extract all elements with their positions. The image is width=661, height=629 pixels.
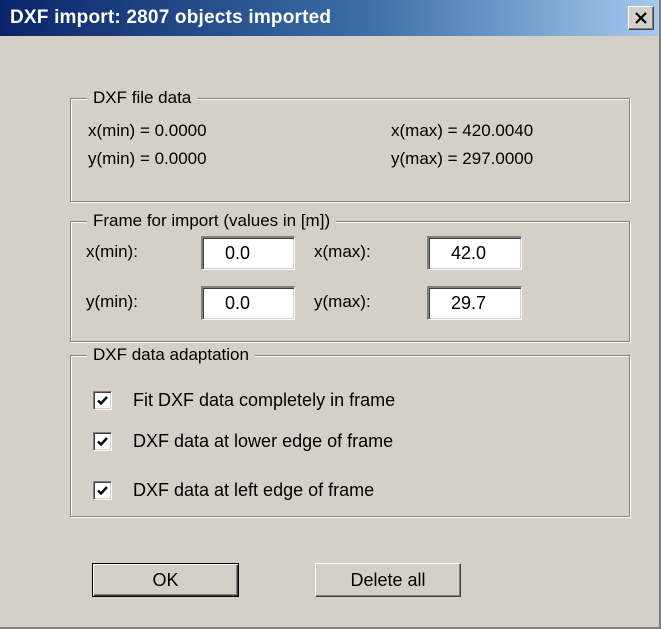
file-ymin-value: y(min) = 0.0000 [88,149,207,168]
window-title: DXF import: 2807 objects imported [10,7,332,28]
frame-ymax-input[interactable] [427,286,522,320]
title-bar[interactable]: DXF import: 2807 objects imported [0,0,659,36]
lower-edge-label: DXF data at lower edge of frame [133,431,394,451]
checkmark-icon [97,437,108,447]
dxf-data-adaptation-group: DXF data adaptation Fit DXF data complet… [70,344,630,517]
frame-for-import-legend: Frame for import (values in [m]) [87,210,337,232]
ok-button[interactable]: OK [92,563,239,597]
dxf-file-data-legend: DXF file data [87,87,198,109]
fit-completely-checkbox[interactable] [93,391,112,410]
frame-ymin-input[interactable] [201,286,295,320]
left-edge-checkbox[interactable] [93,481,112,500]
frame-ymin-label: y(min): [86,292,138,311]
frame-xmax-label: x(max): [314,242,371,261]
checkmark-icon [97,396,108,406]
file-xmin-value: x(min) = 0.0000 [88,121,207,140]
file-ymax-value: y(max) = 297.0000 [391,149,534,168]
frame-xmin-input[interactable] [201,236,295,270]
frame-ymax-label: y(max): [314,292,371,311]
frame-xmax-input[interactable] [427,236,522,270]
delete-all-button[interactable]: Delete all [315,563,461,597]
close-button[interactable] [628,6,654,30]
dxf-data-adaptation-legend: DXF data adaptation [87,344,255,366]
close-icon [635,12,647,24]
frame-xmin-label: x(min): [86,242,138,261]
fit-completely-label: Fit DXF data completely in frame [133,390,396,410]
left-edge-label: DXF data at left edge of frame [133,480,375,500]
frame-for-import-group: Frame for import (values in [m]) x(min):… [70,210,630,342]
dxf-import-dialog: DXF import: 2807 objects imported DXF fi… [0,0,661,629]
lower-edge-checkbox[interactable] [93,432,112,451]
checkmark-icon [97,486,108,496]
file-xmax-value: x(max) = 420.0040 [391,121,534,140]
dxf-file-data-group: DXF file data x(min) = 0.0000 x(max) = 4… [70,87,630,202]
